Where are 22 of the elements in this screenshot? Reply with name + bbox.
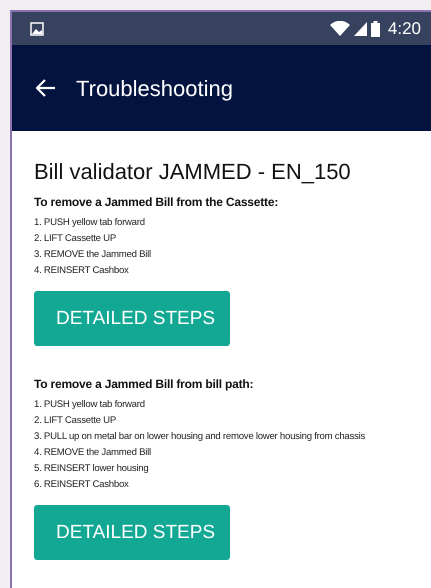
page-title: Bill validator JAMMED - EN_150 — [34, 159, 352, 186]
signal-icon — [354, 22, 367, 36]
wifi-icon — [330, 21, 350, 36]
step-text: 5. REINSERT lower housing — [34, 462, 150, 476]
step-text: 6. REINSERT Cashbox — [34, 478, 130, 492]
step-text: 3. PULL up on metal bar on lower housing and remove lower housing from chassis — [34, 430, 366, 444]
step-text: 1. PUSH yellow tab forward — [34, 216, 146, 230]
battery-icon — [370, 20, 380, 36]
step-text: 4. REINSERT Cashbox — [34, 264, 130, 278]
step-text: 4. REMOVE the Jammed Bill — [34, 446, 152, 460]
section-heading: To remove a Jammed Bill from bill path: — [34, 376, 254, 394]
step-text: 2. LIFT Cassette UP — [34, 232, 117, 246]
section-heading: To remove a Jammed Bill from the Cassette: — [34, 194, 280, 212]
detailed-steps-button[interactable]: DETAILED STEPS — [34, 505, 230, 560]
image-notification-icon — [30, 22, 44, 36]
detailed-steps-button[interactable]: DETAILED STEPS — [34, 291, 230, 346]
step-text: 1. PUSH yellow tab forward — [34, 398, 146, 412]
step-text: 3. REMOVE the Jammed Bill — [34, 248, 152, 262]
step-text: 2. LIFT Cassette UP — [34, 414, 117, 428]
screen-title: Troubleshooting — [76, 74, 233, 103]
clock-time: 4:20 — [388, 18, 421, 40]
back-arrow-icon[interactable] — [36, 79, 56, 97]
